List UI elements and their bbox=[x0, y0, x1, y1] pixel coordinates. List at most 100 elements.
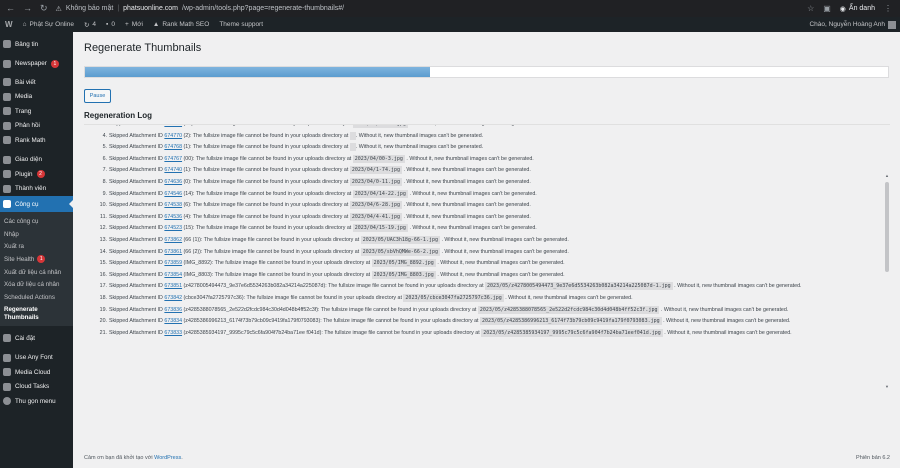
sidebar-item-settings[interactable]: Cài đặt bbox=[0, 331, 73, 346]
sidebar-item-media-cloud[interactable]: Media Cloud bbox=[0, 365, 73, 380]
sidebar-item-appearance[interactable]: Giao diện bbox=[0, 153, 73, 168]
log-entry: 19. Skipped Attachment ID 673836 (z428538… bbox=[96, 305, 876, 317]
media-icon bbox=[3, 92, 11, 101]
submenu-item-import[interactable]: Nhập bbox=[0, 228, 73, 241]
sidebar-item-label: Media bbox=[15, 93, 33, 101]
collapse-menu-button[interactable]: Thu gọn menu bbox=[0, 394, 73, 409]
submenu-item-export-personal-data[interactable]: Xuất dữ liệu cá nhân bbox=[0, 266, 73, 279]
entry-number: 7. bbox=[102, 167, 107, 174]
attachment-link[interactable]: 673833 bbox=[164, 330, 182, 336]
entry-number: 3. bbox=[102, 124, 107, 127]
submenu-item-tools[interactable]: Các công cụ bbox=[0, 215, 73, 228]
pause-button[interactable]: Pause bbox=[84, 89, 111, 103]
sidebar-item-label: Cloud Tasks bbox=[15, 383, 50, 391]
attachment-link[interactable]: 673861 bbox=[164, 249, 182, 255]
attachment-link[interactable]: 673862 bbox=[164, 237, 182, 243]
entry-number: 14. bbox=[99, 248, 107, 255]
site-name: Phật Sự Online bbox=[29, 21, 74, 28]
rank-math-link[interactable]: ▲ Rank Math SEO bbox=[148, 17, 214, 32]
dashboard-icon bbox=[3, 40, 11, 49]
attachment-link[interactable]: 674523 bbox=[164, 225, 182, 231]
attachment-link[interactable]: 673859 bbox=[164, 260, 182, 266]
attachment-link[interactable]: 674785 bbox=[164, 125, 182, 127]
log-scrollbar[interactable]: ▲ ▼ bbox=[884, 125, 890, 394]
theme-support-link[interactable]: Theme support bbox=[214, 17, 268, 32]
submenu-item-export[interactable]: Xuất ra bbox=[0, 240, 73, 253]
sidebar-item-newspaper[interactable]: Newspaper 1 bbox=[0, 57, 73, 72]
sidebar-item-dashboard[interactable]: Bảng tin bbox=[0, 37, 73, 52]
notification-badge: 1 bbox=[50, 59, 59, 68]
updates-link[interactable]: ↻ 4 bbox=[79, 17, 101, 32]
entry-text: Skipped Attachment ID bbox=[109, 202, 163, 209]
reload-icon[interactable]: ↻ bbox=[40, 3, 48, 14]
address-bar[interactable]: ⚠ Không bảo mật | phatsuonline.com/wp-ad… bbox=[56, 5, 345, 13]
comments-link[interactable]: ▪ 0 bbox=[101, 17, 120, 32]
file-path: 2023/05/sbVhQMWe-66-2.jpg bbox=[360, 247, 440, 256]
sidebar-item-pages[interactable]: Trang bbox=[0, 104, 73, 119]
file-path: 2023/04/10-15.jpg bbox=[352, 125, 408, 128]
submenu-item-site-health[interactable]: Site Health 1 bbox=[0, 253, 73, 266]
sidebar-item-media[interactable]: Media bbox=[0, 90, 73, 105]
attachment-link[interactable]: 674538 bbox=[164, 202, 182, 208]
log-entry: 11. Skipped Attachment ID 674536 (4): The… bbox=[96, 212, 876, 224]
submenu-item-erase-personal-data[interactable]: Xóa dữ liệu cá nhân bbox=[0, 278, 73, 291]
new-content-link[interactable]: + Mới bbox=[120, 17, 148, 32]
entry-number: 12. bbox=[99, 225, 107, 232]
sidebar-item-comments[interactable]: Phản hồi bbox=[0, 119, 73, 134]
attachment-link[interactable]: 674740 bbox=[164, 167, 182, 173]
attachment-link[interactable]: 674536 bbox=[164, 214, 182, 220]
profile-label: Ẩn danh bbox=[848, 5, 875, 12]
attachment-link[interactable]: 674546 bbox=[164, 191, 182, 197]
entry-text: (4): The fullsize image file cannot be f… bbox=[183, 213, 349, 220]
attachment-link[interactable]: 673836 bbox=[164, 307, 182, 313]
entry-text: . Without it, new thumbnail images can't… bbox=[403, 213, 531, 220]
attachment-link[interactable]: 673842 bbox=[164, 295, 182, 301]
file-path: 2023/04/4-41.jpg bbox=[349, 212, 402, 221]
submenu-item-scheduled-actions[interactable]: Scheduled Actions bbox=[0, 291, 73, 304]
scroll-up-icon[interactable]: ▲ bbox=[884, 173, 890, 178]
regeneration-log[interactable]: 3. Skipped Attachment ID 674785 (18): The… bbox=[84, 124, 890, 394]
version-text: Phiên bản 6.2 bbox=[856, 455, 890, 461]
wordpress-link[interactable]: WordPress bbox=[154, 455, 181, 461]
attachment-link[interactable]: 674770 bbox=[164, 133, 182, 139]
scroll-down-icon[interactable]: ▼ bbox=[884, 384, 890, 389]
home-icon: ⌂ bbox=[22, 21, 27, 28]
attachment-link[interactable]: 674768 bbox=[164, 144, 182, 150]
user-account-link[interactable]: Chào, Nguyễn Hoàng Anh bbox=[804, 17, 900, 32]
log-entry: 18. Skipped Attachment ID 673842 (cbce304… bbox=[96, 293, 876, 305]
attachment-link[interactable]: 674636 bbox=[164, 179, 182, 185]
site-name-link[interactable]: ⌂ Phật Sự Online bbox=[18, 17, 79, 32]
entry-text: Skipped Attachment ID bbox=[109, 124, 163, 127]
profile-button[interactable]: ◉ Ẩn danh bbox=[840, 5, 875, 13]
attachment-link[interactable]: 673851 bbox=[164, 283, 182, 289]
sidebar-item-use-any-font[interactable]: Use Any Font bbox=[0, 350, 73, 365]
attachment-link[interactable]: 673854 bbox=[164, 272, 182, 278]
sidebar-item-cloud-tasks[interactable]: Cloud Tasks bbox=[0, 379, 73, 394]
warning-icon: ⚠ bbox=[55, 5, 62, 13]
entry-text: (IMG_8892): The fullsize image file cann… bbox=[183, 260, 371, 267]
wordpress-logo-icon[interactable]: W bbox=[0, 17, 18, 32]
menu-icon[interactable]: ⋮ bbox=[884, 4, 892, 13]
sidebar-item-plugins[interactable]: Plugin 2 bbox=[0, 167, 73, 182]
submenu-item-regenerate-thumbnails[interactable]: Regenerate Thumbnails bbox=[0, 304, 73, 323]
star-icon[interactable]: ☆ bbox=[807, 4, 814, 13]
admin-footer: Cảm ơn bạn đã khởi tạo với WordPress. Ph… bbox=[84, 455, 890, 461]
sidebar-item-rank-math[interactable]: Rank Math bbox=[0, 133, 73, 148]
attachment-link[interactable]: 673834 bbox=[164, 318, 182, 324]
sidebar-item-label: Công cụ bbox=[15, 200, 39, 208]
sidebar-item-users[interactable]: Thành viên bbox=[0, 182, 73, 197]
entry-number: 13. bbox=[99, 236, 107, 243]
log-entry: 12. Skipped Attachment ID 674523 (15): Th… bbox=[96, 223, 876, 235]
sidepanel-icon[interactable]: ▣ bbox=[823, 4, 831, 13]
log-heading: Regeneration Log bbox=[84, 111, 153, 120]
scrollbar-thumb[interactable] bbox=[885, 182, 889, 272]
forward-icon[interactable]: → bbox=[23, 3, 32, 14]
attachment-link[interactable]: 674767 bbox=[164, 156, 182, 162]
page-icon bbox=[3, 107, 11, 116]
sidebar-item-tools[interactable]: Công cụ bbox=[0, 196, 73, 212]
entry-text: Skipped Attachment ID bbox=[109, 167, 163, 174]
sidebar-item-posts[interactable]: Bài viết bbox=[0, 75, 73, 90]
sidebar-item-label: Media Cloud bbox=[15, 368, 51, 376]
back-icon[interactable]: ← bbox=[6, 3, 15, 14]
entry-text: Skipped Attachment ID bbox=[109, 225, 163, 232]
